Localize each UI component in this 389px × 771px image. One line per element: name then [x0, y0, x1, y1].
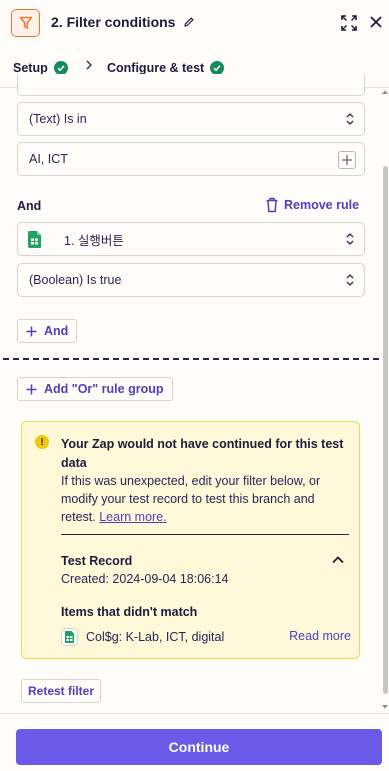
warning-divider [61, 534, 349, 535]
filter-warning-alert: ! Your Zap would not have continued for … [21, 421, 360, 659]
scrollbar-thumb[interactable] [383, 166, 388, 694]
filter-app-icon [11, 9, 40, 37]
retest-filter-button[interactable]: Retest filter [21, 679, 102, 703]
add-or-rule-group-label: Add "Or" rule group [44, 382, 164, 396]
google-sheets-icon [28, 231, 41, 248]
test-record-title: Test Record [61, 554, 133, 568]
select-updown-icon [346, 113, 354, 125]
plus-icon [26, 384, 37, 394]
condition-field-value: 1. 실행버튼 [64, 233, 124, 248]
unmatched-item-text: Col$g: K-Lab, ICT, digital [86, 630, 225, 644]
or-group-divider [3, 358, 379, 360]
check-circle-icon [53, 61, 68, 75]
add-and-rule-button[interactable]: And [17, 319, 78, 343]
read-more-link[interactable]: Read more [289, 629, 351, 643]
chevron-right-icon [86, 60, 92, 70]
condition-operator-select[interactable]: (Text) Is in [17, 102, 365, 136]
condition-field-select[interactable]: 1. 실행버튼 [17, 222, 365, 256]
warning-body: If this was unexpected, edit your filter… [61, 474, 321, 524]
unmatched-item: Col$g: K-Lab, ICT, digital Read more [61, 628, 351, 646]
unmatched-items-title: Items that didn't match [61, 605, 198, 619]
filter-icon [19, 16, 32, 29]
plus-icon [26, 326, 37, 336]
step-title[interactable]: 2. Filter conditions [51, 14, 175, 30]
check-circle-icon [210, 61, 225, 75]
scroll-down-arrow-icon[interactable] [381, 704, 389, 710]
condition-operator-value: (Text) Is in [29, 112, 87, 126]
plus-icon [342, 155, 352, 165]
select-updown-icon [346, 274, 354, 286]
expand-icon[interactable] [341, 15, 357, 31]
panel-header: 2. Filter conditions [0, 0, 389, 47]
panel-footer: Continue [0, 713, 389, 771]
trash-icon [266, 197, 278, 213]
google-sheets-icon [61, 628, 78, 646]
tab-setup-label: Setup [13, 61, 48, 75]
warning-icon: ! [35, 435, 49, 449]
condition-value-input[interactable]: AI, ICT [17, 142, 365, 176]
condition-value-text: AI, ICT [29, 152, 68, 166]
remove-rule-label: Remove rule [284, 198, 360, 212]
edit-pencil-icon[interactable] [183, 16, 195, 28]
scroll-up-arrow-icon[interactable] [381, 89, 389, 95]
tab-configure-label: Configure & test [107, 61, 205, 75]
close-icon[interactable] [369, 15, 383, 29]
warning-title: Your Zap would not have continued for th… [61, 437, 344, 470]
test-record-created: Created: 2024-09-04 18:06:14 [61, 572, 229, 586]
learn-more-link[interactable]: Learn more. [99, 510, 166, 524]
add-or-rule-group-button[interactable]: Add "Or" rule group [17, 377, 173, 401]
partial-field[interactable] [17, 74, 365, 96]
chevron-up-icon[interactable] [331, 554, 345, 566]
add-and-rule-label: And [44, 324, 69, 338]
remove-rule-button[interactable]: Remove rule [265, 197, 359, 213]
condition-operator-value: (Boolean) Is true [29, 273, 122, 287]
select-updown-icon [346, 233, 354, 245]
and-label: And [17, 199, 42, 213]
condition-operator-select[interactable]: (Boolean) Is true [17, 263, 365, 297]
insert-data-button[interactable] [338, 151, 356, 169]
continue-button[interactable]: Continue [16, 729, 382, 765]
